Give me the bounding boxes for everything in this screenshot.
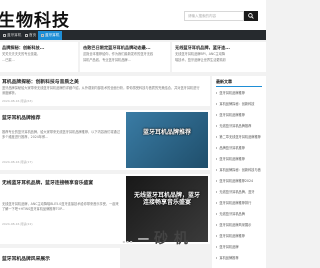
article-title[interactable]: 无线蓝牙耳机品牌，蓝牙连接畅享音乐盛宴	[2, 179, 122, 186]
bullet-icon	[216, 136, 218, 138]
article-title[interactable]: 耳机品牌探秘：创新科技与音质之美	[2, 78, 202, 85]
top-card[interactable]: 品牌探秘：创新科技... 关关夫夫夫夫的专业技能， …已渠…	[0, 42, 78, 72]
sidebar-item-label: 品牌蓝牙耳机推荐	[219, 146, 245, 150]
sidebar-item[interactable]: 无线蓝牙耳机品牌，蓝牙	[216, 189, 264, 194]
sidebar-item-label: 蓝牙耳机品牌推荐	[219, 157, 245, 161]
sidebar-item[interactable]: 第二章无线蓝牙耳机品牌推荐	[216, 134, 264, 139]
sidebar-item[interactable]: 蓝牙耳机品牌推荐2024	[216, 178, 264, 183]
search-icon	[248, 13, 254, 19]
search-input[interactable]: 请输入搜索的内容	[184, 11, 244, 21]
sidebar-item[interactable]: 蓝牙耳机品牌推荐	[216, 233, 264, 238]
sidebar-item[interactable]: 蓝牙耳机品牌推荐	[216, 90, 264, 95]
sidebar-latest: 最新文章 蓝牙耳机品牌推荐 耳机品牌探秘：创新科技 蓝牙耳机品牌推荐 无线蓝牙耳机品牌…	[212, 76, 266, 268]
sidebar-item[interactable]: 蓝牙耳机品牌	[216, 244, 264, 249]
nav-item-bluetooth[interactable]: 蓝牙耳机	[0, 31, 24, 40]
card-title[interactable]: 无线蓝牙耳机品牌，蓝牙连...	[175, 45, 264, 51]
home-icon	[25, 33, 28, 37]
card-text: 耳机产品线，专业蓝牙耳机品牌...	[83, 58, 131, 62]
top-card[interactable]: 无线蓝牙耳机品牌，蓝牙连... 无线蓝牙耳机品牌BPI，ANC主动降 噪技术，蓝…	[172, 42, 266, 72]
search-button[interactable]	[244, 11, 258, 21]
sidebar-item-label: 耳机品牌探秘：创新科技与音	[219, 168, 261, 172]
card-text: …已渠…	[2, 58, 15, 62]
article-summary: 无线蓝牙耳机品牌，ANC主动降噪BLE5.0蓝牙连接技术给你带来音乐享受，一起来…	[2, 202, 119, 211]
main-nav: 蓝牙耳机 首页 蓝牙耳机	[0, 30, 266, 40]
sidebar-item-label: 无线蓝牙耳机品牌，蓝牙	[219, 190, 255, 194]
sidebar-item-label: 蓝牙耳机品牌风采展示	[219, 223, 252, 227]
nav-item-label: 蓝牙耳机	[7, 33, 22, 37]
article-title[interactable]: 蓝牙耳机品牌风采展示	[2, 255, 117, 262]
bullet-icon	[216, 191, 218, 193]
article-thumbnail[interactable]: 蓝牙耳机品牌推荐	[126, 112, 208, 168]
bullet-icon	[216, 92, 218, 94]
bullet-icon	[216, 169, 218, 171]
sidebar-item-label: 无线蓝牙耳机品牌推荐	[219, 124, 252, 128]
card-title[interactable]: 品牌探秘：创新科技...	[2, 45, 76, 51]
header: 生物科技 请输入搜索的内容	[0, 0, 266, 31]
sidebar-item[interactable]: 蓝牙耳机品牌风采展示	[216, 222, 264, 227]
card-text: 噪技术，蓝牙品牌让世界生活更精彩	[175, 58, 226, 62]
sidebar-item-label: 第二章无线蓝牙耳机品牌推荐	[219, 135, 261, 139]
article-meta: 2024-08-16 阅读(63)	[2, 99, 33, 103]
category-icon	[3, 33, 6, 37]
sidebar-item-label: 蓝牙耳机品牌推荐	[219, 113, 245, 117]
top-card[interactable]: 击败巴日限定蓝牙耳机品牌动态最... 这篇全本推荐给你，作为我们最新发布的蓝牙无…	[80, 42, 170, 72]
thumbnail-caption: 无线蓝牙耳机品牌，蓝牙连接畅享音乐盛宴	[133, 192, 200, 206]
bullet-icon	[216, 224, 218, 226]
bullet-icon	[216, 235, 218, 237]
sidebar-item-label: 蓝牙耳机品牌推荐	[219, 234, 245, 238]
sidebar-item[interactable]: 耳机品牌推荐	[216, 255, 264, 260]
article-item[interactable]: 耳机品牌探秘：创新科技与音质之美 蓝牙品牌探秘给大家带来无线蓝牙耳机品牌的详细介…	[0, 76, 210, 106]
category-icon	[41, 33, 44, 37]
sidebar-item[interactable]: 蓝牙耳机品牌推荐	[216, 156, 264, 161]
article-meta: 2024-08-16 阅读(22)	[2, 222, 33, 226]
bullet-icon	[216, 180, 218, 182]
bullet-icon	[216, 202, 218, 204]
watermark: … 一 砂 机	[122, 228, 188, 248]
watermark-text: 砂 机	[154, 231, 189, 247]
watermark-left: … 一	[122, 233, 150, 246]
sidebar-heading: 最新文章	[216, 79, 232, 84]
sidebar-item[interactable]: 品牌蓝牙耳机推荐	[216, 145, 264, 150]
card-title[interactable]: 击败巴日限定蓝牙耳机品牌动态最...	[83, 45, 168, 51]
sidebar-item-label: 蓝牙耳机品牌推荐2024	[219, 179, 254, 183]
article-title[interactable]: 蓝牙耳机品牌推荐	[2, 114, 122, 121]
sidebar-item-label: 蓝牙耳机品牌推荐	[219, 91, 245, 95]
bullet-icon	[216, 158, 218, 160]
nav-item-label: 首页	[29, 33, 37, 37]
bullet-icon	[216, 125, 218, 127]
sidebar-item[interactable]: 耳机品牌探秘：创新科技与音	[216, 167, 264, 172]
bullet-icon	[216, 147, 218, 149]
site-logo[interactable]: 生物科技	[0, 6, 70, 31]
sidebar-item-label: 耳机品牌推荐	[219, 256, 239, 260]
bullet-icon	[216, 246, 218, 248]
article-item[interactable]: 蓝牙耳机品牌风采展示	[0, 248, 120, 268]
article-item[interactable]: 蓝牙耳机品牌推荐 推荐专业的蓝牙耳机品牌，给大家带来无线蓝牙耳机品牌推荐，以下内…	[0, 110, 210, 170]
nav-item-label: 蓝牙耳机	[45, 33, 60, 37]
article-summary: 蓝牙品牌探秘给大家带来无线蓝牙耳机品牌的详细介绍，从外观到内部技术的全面分析，带…	[2, 86, 200, 95]
bullet-icon	[216, 257, 218, 259]
bullet-icon	[216, 213, 218, 215]
sidebar-item-label: 蓝牙耳机品牌推荐排行	[219, 201, 252, 205]
sidebar-item[interactable]: 无线蓝牙耳机品牌	[216, 211, 264, 216]
bullet-icon	[216, 114, 218, 116]
nav-item-home[interactable]: 首页	[22, 31, 39, 40]
bullet-icon	[216, 103, 218, 105]
sidebar-item-label: 蓝牙耳机品牌	[219, 245, 239, 249]
sidebar-item[interactable]: 无线蓝牙耳机品牌推荐	[216, 123, 264, 128]
article-summary: 推荐专业的蓝牙耳机品牌，给大家带来无线蓝牙耳机品牌推荐，以下内容我们将通过多个维…	[2, 130, 120, 139]
sidebar-item[interactable]: 蓝牙耳机品牌推荐排行	[216, 200, 264, 205]
nav-item-bluetooth-active[interactable]: 蓝牙耳机	[38, 31, 63, 40]
sidebar-item-label: 无线蓝牙耳机品牌	[219, 212, 245, 216]
thumbnail-caption: 蓝牙耳机品牌推荐	[142, 129, 191, 136]
sidebar-item[interactable]: 耳机品牌探秘：创新科技	[216, 101, 264, 106]
sidebar-item[interactable]: 蓝牙耳机品牌推荐	[216, 112, 264, 117]
article-meta: 2024-08-16 阅读(17)	[2, 160, 33, 164]
sidebar-item-label: 耳机品牌探秘：创新科技	[219, 102, 255, 106]
sidebar-divider	[216, 86, 262, 87]
